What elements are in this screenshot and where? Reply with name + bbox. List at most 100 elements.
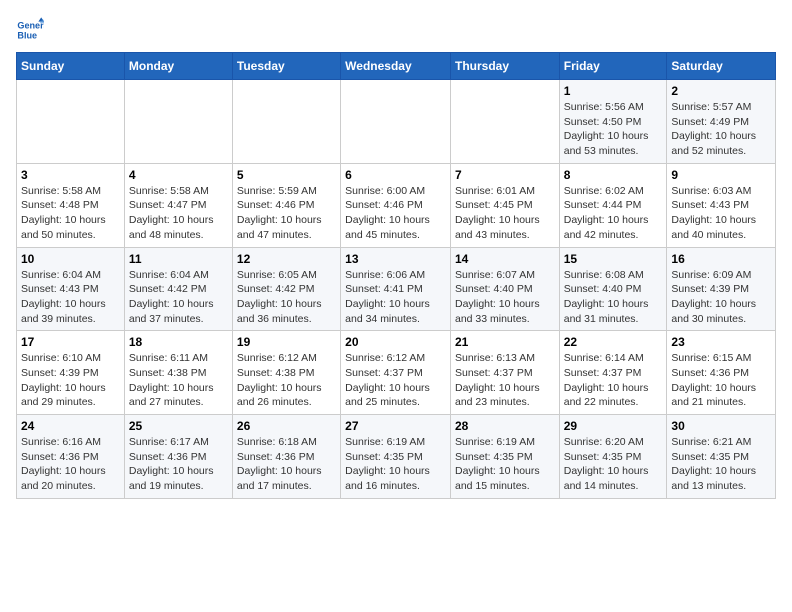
day-cell: 19 Sunrise: 6:12 AM Sunset: 4:38 PM Dayli… — [232, 331, 340, 415]
day-cell: 13 Sunrise: 6:06 AM Sunset: 4:41 PM Dayli… — [341, 247, 451, 331]
day-cell — [17, 80, 125, 164]
day-info: Sunrise: 5:59 AM Sunset: 4:46 PM Dayligh… — [237, 184, 336, 243]
day-number: 9 — [671, 168, 771, 182]
day-cell — [341, 80, 451, 164]
week-row-2: 3 Sunrise: 5:58 AM Sunset: 4:48 PM Daylig… — [17, 163, 776, 247]
logo-icon: General Blue — [16, 16, 44, 44]
day-info: Sunrise: 6:06 AM Sunset: 4:41 PM Dayligh… — [345, 268, 446, 327]
week-row-1: 1 Sunrise: 5:56 AM Sunset: 4:50 PM Daylig… — [17, 80, 776, 164]
day-cell: 17 Sunrise: 6:10 AM Sunset: 4:39 PM Dayli… — [17, 331, 125, 415]
calendar-header: SundayMondayTuesdayWednesdayThursdayFrid… — [17, 53, 776, 80]
day-info: Sunrise: 6:21 AM Sunset: 4:35 PM Dayligh… — [671, 435, 771, 494]
week-row-5: 24 Sunrise: 6:16 AM Sunset: 4:36 PM Dayli… — [17, 415, 776, 499]
day-cell: 3 Sunrise: 5:58 AM Sunset: 4:48 PM Daylig… — [17, 163, 125, 247]
day-number: 2 — [671, 84, 771, 98]
day-number: 13 — [345, 252, 446, 266]
day-cell: 25Sunrise: 6:17 AM Sunset: 4:36 PM Dayli… — [124, 415, 232, 499]
day-cell: 18Sunrise: 6:11 AM Sunset: 4:38 PM Dayli… — [124, 331, 232, 415]
day-cell: 21 Sunrise: 6:13 AM Sunset: 4:37 PM Dayli… — [450, 331, 559, 415]
day-info: Sunrise: 6:19 AM Sunset: 4:35 PM Dayligh… — [455, 435, 555, 494]
day-cell: 20 Sunrise: 6:12 AM Sunset: 4:37 PM Dayli… — [341, 331, 451, 415]
col-header-monday: Monday — [124, 53, 232, 80]
day-number: 26 — [237, 419, 336, 433]
day-info: Sunrise: 6:09 AM Sunset: 4:39 PM Dayligh… — [671, 268, 771, 327]
day-number: 16 — [671, 252, 771, 266]
day-number: 11 — [129, 252, 228, 266]
day-cell — [450, 80, 559, 164]
day-info: Sunrise: 6:07 AM Sunset: 4:40 PM Dayligh… — [455, 268, 555, 327]
col-header-saturday: Saturday — [667, 53, 776, 80]
svg-text:Blue: Blue — [17, 30, 37, 40]
day-cell: 24 Sunrise: 6:16 AM Sunset: 4:36 PM Dayli… — [17, 415, 125, 499]
day-cell: 4Sunrise: 5:58 AM Sunset: 4:47 PM Daylig… — [124, 163, 232, 247]
day-number: 24 — [21, 419, 120, 433]
day-info: Sunrise: 6:20 AM Sunset: 4:35 PM Dayligh… — [564, 435, 663, 494]
day-info: Sunrise: 6:16 AM Sunset: 4:36 PM Dayligh… — [21, 435, 120, 494]
day-info: Sunrise: 6:18 AM Sunset: 4:36 PM Dayligh… — [237, 435, 336, 494]
day-number: 14 — [455, 252, 555, 266]
header: General Blue — [16, 16, 776, 44]
day-info: Sunrise: 6:11 AM Sunset: 4:38 PM Dayligh… — [129, 351, 228, 410]
day-number: 4 — [129, 168, 228, 182]
day-cell: 30 Sunrise: 6:21 AM Sunset: 4:35 PM Dayli… — [667, 415, 776, 499]
day-cell: 22Sunrise: 6:14 AM Sunset: 4:37 PM Dayli… — [559, 331, 667, 415]
day-info: Sunrise: 6:13 AM Sunset: 4:37 PM Dayligh… — [455, 351, 555, 410]
col-header-tuesday: Tuesday — [232, 53, 340, 80]
day-cell: 15 Sunrise: 6:08 AM Sunset: 4:40 PM Dayli… — [559, 247, 667, 331]
day-number: 30 — [671, 419, 771, 433]
day-info: Sunrise: 5:58 AM Sunset: 4:48 PM Dayligh… — [21, 184, 120, 243]
day-number: 5 — [237, 168, 336, 182]
day-info: Sunrise: 6:12 AM Sunset: 4:37 PM Dayligh… — [345, 351, 446, 410]
day-cell: 10 Sunrise: 6:04 AM Sunset: 4:43 PM Dayli… — [17, 247, 125, 331]
day-cell: 29 Sunrise: 6:20 AM Sunset: 4:35 PM Dayli… — [559, 415, 667, 499]
day-cell: 23 Sunrise: 6:15 AM Sunset: 4:36 PM Dayli… — [667, 331, 776, 415]
day-info: Sunrise: 5:56 AM Sunset: 4:50 PM Dayligh… — [564, 100, 663, 159]
col-header-wednesday: Wednesday — [341, 53, 451, 80]
day-info: Sunrise: 6:14 AM Sunset: 4:37 PM Dayligh… — [564, 351, 663, 410]
day-number: 6 — [345, 168, 446, 182]
day-cell: 12Sunrise: 6:05 AM Sunset: 4:42 PM Dayli… — [232, 247, 340, 331]
day-number: 7 — [455, 168, 555, 182]
day-cell: 8Sunrise: 6:02 AM Sunset: 4:44 PM Daylig… — [559, 163, 667, 247]
day-cell: 11Sunrise: 6:04 AM Sunset: 4:42 PM Dayli… — [124, 247, 232, 331]
day-number: 10 — [21, 252, 120, 266]
day-info: Sunrise: 6:10 AM Sunset: 4:39 PM Dayligh… — [21, 351, 120, 410]
day-info: Sunrise: 6:02 AM Sunset: 4:44 PM Dayligh… — [564, 184, 663, 243]
day-number: 29 — [564, 419, 663, 433]
day-number: 17 — [21, 335, 120, 349]
calendar-table: SundayMondayTuesdayWednesdayThursdayFrid… — [16, 52, 776, 499]
day-number: 21 — [455, 335, 555, 349]
day-cell: 27 Sunrise: 6:19 AM Sunset: 4:35 PM Dayli… — [341, 415, 451, 499]
day-cell: 5 Sunrise: 5:59 AM Sunset: 4:46 PM Daylig… — [232, 163, 340, 247]
day-number: 23 — [671, 335, 771, 349]
day-info: Sunrise: 6:19 AM Sunset: 4:35 PM Dayligh… — [345, 435, 446, 494]
day-number: 28 — [455, 419, 555, 433]
day-number: 15 — [564, 252, 663, 266]
col-header-thursday: Thursday — [450, 53, 559, 80]
day-info: Sunrise: 6:04 AM Sunset: 4:43 PM Dayligh… — [21, 268, 120, 327]
week-row-4: 17 Sunrise: 6:10 AM Sunset: 4:39 PM Dayli… — [17, 331, 776, 415]
day-info: Sunrise: 6:05 AM Sunset: 4:42 PM Dayligh… — [237, 268, 336, 327]
day-cell: 26 Sunrise: 6:18 AM Sunset: 4:36 PM Dayli… — [232, 415, 340, 499]
logo: General Blue — [16, 16, 48, 44]
svg-text:General: General — [17, 21, 44, 31]
week-row-3: 10 Sunrise: 6:04 AM Sunset: 4:43 PM Dayli… — [17, 247, 776, 331]
day-info: Sunrise: 6:08 AM Sunset: 4:40 PM Dayligh… — [564, 268, 663, 327]
day-number: 27 — [345, 419, 446, 433]
day-number: 20 — [345, 335, 446, 349]
day-info: Sunrise: 6:15 AM Sunset: 4:36 PM Dayligh… — [671, 351, 771, 410]
day-cell: 6 Sunrise: 6:00 AM Sunset: 4:46 PM Daylig… — [341, 163, 451, 247]
day-info: Sunrise: 5:57 AM Sunset: 4:49 PM Dayligh… — [671, 100, 771, 159]
day-cell: 2 Sunrise: 5:57 AM Sunset: 4:49 PM Daylig… — [667, 80, 776, 164]
day-info: Sunrise: 6:00 AM Sunset: 4:46 PM Dayligh… — [345, 184, 446, 243]
day-info: Sunrise: 6:03 AM Sunset: 4:43 PM Dayligh… — [671, 184, 771, 243]
day-info: Sunrise: 6:12 AM Sunset: 4:38 PM Dayligh… — [237, 351, 336, 410]
day-number: 19 — [237, 335, 336, 349]
day-cell: 7 Sunrise: 6:01 AM Sunset: 4:45 PM Daylig… — [450, 163, 559, 247]
day-number: 1 — [564, 84, 663, 98]
day-number: 3 — [21, 168, 120, 182]
day-info: Sunrise: 6:01 AM Sunset: 4:45 PM Dayligh… — [455, 184, 555, 243]
day-cell: 16 Sunrise: 6:09 AM Sunset: 4:39 PM Dayli… — [667, 247, 776, 331]
day-number: 25 — [129, 419, 228, 433]
col-header-friday: Friday — [559, 53, 667, 80]
